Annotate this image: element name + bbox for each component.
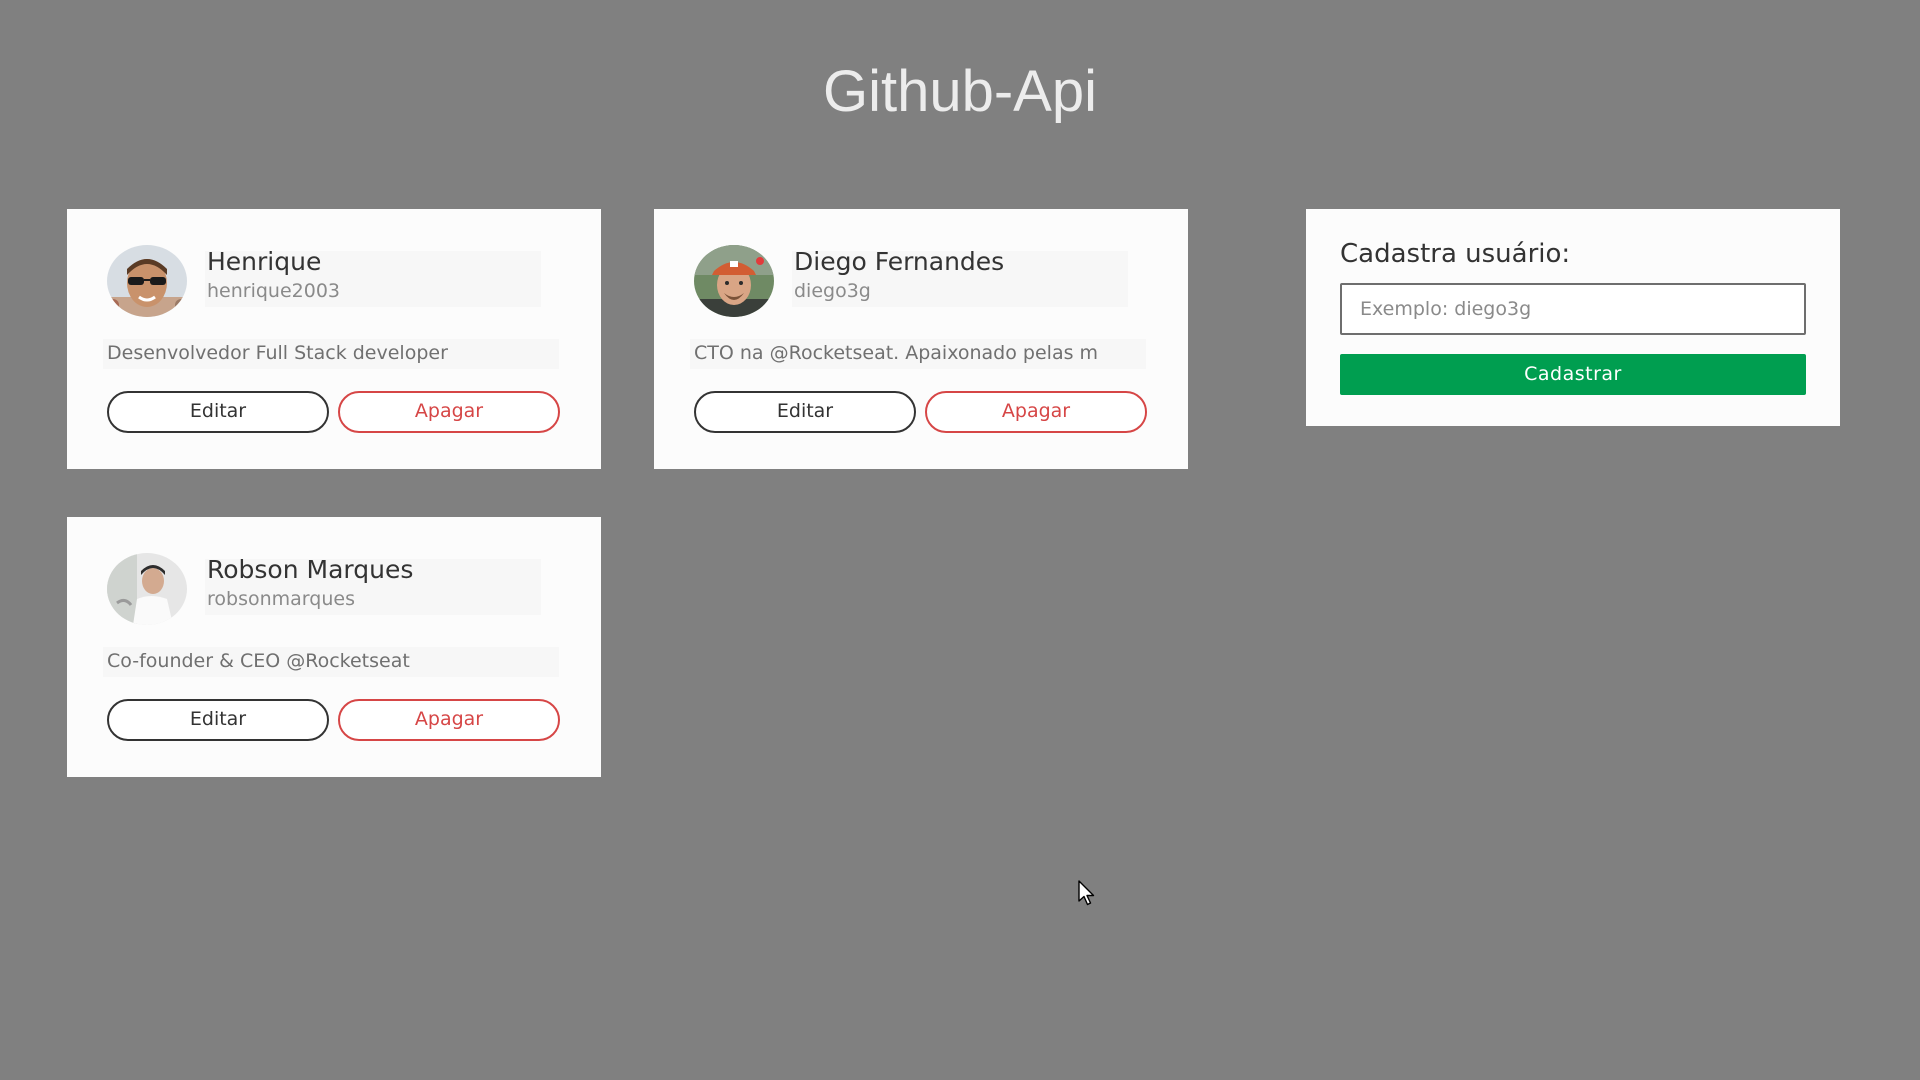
edit-button[interactable]: Editar [694, 391, 916, 433]
user-login: diego3g [794, 280, 871, 302]
user-card: Henrique henrique2003 Desenvolvedor Full… [67, 209, 601, 469]
username-input[interactable] [1340, 283, 1806, 335]
avatar [107, 553, 187, 625]
user-login: henrique2003 [207, 280, 341, 302]
avatar [694, 245, 774, 317]
avatar-henrique-icon [107, 245, 187, 317]
user-name: Robson Marques [207, 555, 414, 584]
avatar-robson-icon [107, 553, 187, 625]
avatar [107, 245, 187, 317]
delete-button[interactable]: Apagar [925, 391, 1147, 433]
user-login: robsonmarques [207, 588, 355, 610]
user-card: Diego Fernandes diego3g CTO na @Rocketse… [654, 209, 1188, 469]
avatar-diego-icon [694, 245, 774, 317]
page-title: Github-Api [822, 59, 1098, 124]
user-card: Robson Marques robsonmarques Co-founder … [67, 517, 601, 777]
delete-button[interactable]: Apagar [338, 699, 560, 741]
user-name: Henrique [207, 247, 322, 276]
edit-button[interactable]: Editar [107, 699, 329, 741]
user-name: Diego Fernandes [794, 247, 1005, 276]
user-bio: Co-founder & CEO @Rocketseat [107, 650, 410, 672]
form-title: Cadastra usuário: [1340, 239, 1571, 269]
edit-button[interactable]: Editar [107, 391, 329, 433]
delete-button[interactable]: Apagar [338, 391, 560, 433]
register-user-form: Cadastra usuário: Cadastrar [1306, 209, 1840, 426]
user-bio: Desenvolvedor Full Stack developer [107, 342, 448, 364]
user-bio: CTO na @Rocketseat. Apaixonado pelas m [694, 342, 1099, 364]
register-button[interactable]: Cadastrar [1340, 354, 1806, 395]
mouse-pointer-icon [1078, 880, 1095, 906]
